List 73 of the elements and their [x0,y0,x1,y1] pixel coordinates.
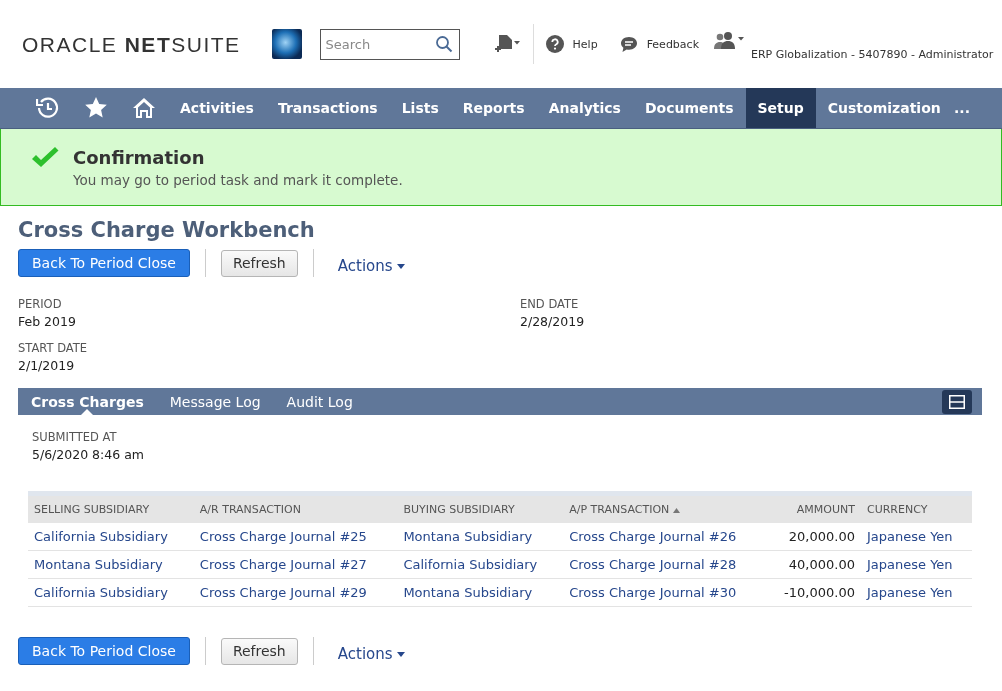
checkmark-icon [31,146,59,170]
refresh-button[interactable]: Refresh [220,249,298,277]
field-value: 2/1/2019 [18,357,76,375]
search-field[interactable]: Search [319,28,460,60]
caret-down-icon[interactable] [396,651,405,657]
new-record-icon[interactable] [494,33,521,55]
table-link[interactable]: Cross Charge Journal #30 [563,578,767,607]
table-link[interactable]: Montana Subsidiary [28,550,194,579]
table-link[interactable]: California Subsidiary [28,523,194,551]
field-label: START DATE [18,340,89,357]
tab[interactable]: Audit Log [286,388,353,415]
table-link[interactable]: Japanese Yen [860,523,972,551]
table-link[interactable]: Montana Subsidiary [397,578,564,607]
amount-cell: -10,000.00 [766,578,861,607]
layout-toggle-button[interactable] [942,389,972,414]
field-label: SUBMITTED AT [32,429,118,446]
caret-down-icon[interactable] [396,263,405,269]
people-icon[interactable] [713,31,745,51]
column-header[interactable]: AMMOUNT [766,493,861,523]
back-to-period-close-button[interactable]: Back To Period Close [18,249,190,277]
feedback-link[interactable]: Feedback [646,37,699,51]
chat-bubble-icon[interactable] [619,35,638,53]
search-icon[interactable] [434,34,453,53]
table-link[interactable]: Cross Charge Journal #27 [193,550,398,579]
nav-menu-item[interactable]: Documents [632,88,746,128]
table-link[interactable]: Cross Charge Journal #25 [193,523,398,551]
tab[interactable]: Cross Charges [31,388,144,415]
help-icon[interactable] [545,35,564,53]
field-value: 2/28/2019 [520,313,586,331]
table-link[interactable]: Japanese Yen [860,578,972,607]
column-header[interactable]: A/P TRANSACTION [563,493,767,523]
column-header[interactable]: A/R TRANSACTION [193,493,398,523]
amount-cell: 40,000.00 [766,550,861,579]
column-header[interactable]: CURRENCY [860,493,972,523]
table-link[interactable]: Montana Subsidiary [397,523,564,551]
field-label: END DATE [520,296,580,313]
nav-menu-item[interactable]: Setup [745,88,816,128]
nav-menu-item[interactable]: Analytics [536,88,633,128]
company-logo-placeholder [271,29,302,59]
actions-menu[interactable]: Actions [337,645,405,663]
nav-menu-item[interactable]: Reports [450,88,537,128]
help-link[interactable]: Help [572,37,598,51]
star-icon[interactable] [84,96,108,120]
actions-menu[interactable]: Actions [337,257,405,275]
history-icon[interactable] [36,96,60,120]
more-menu-button[interactable]: ... [954,88,970,128]
home-icon[interactable] [132,96,156,120]
logo-text: ORACLE NETSUITE [22,33,241,57]
field-label: PERIOD [18,296,63,313]
refresh-button[interactable]: Refresh [220,637,298,665]
banner-message: You may go to period task and mark it complete. [73,172,403,188]
table-link[interactable]: California Subsidiary [28,578,194,607]
back-to-period-close-button[interactable]: Back To Period Close [18,637,190,665]
account-label[interactable]: ERP Globalization - 5407890 - Administrator [751,47,994,61]
table-link[interactable]: Cross Charge Journal #28 [563,550,767,579]
split-view-icon [949,394,965,409]
nav-menu-item[interactable]: Lists [389,88,451,128]
nav-menu-item[interactable]: Transactions [265,88,390,128]
field-value: Feb 2019 [18,313,77,331]
column-header[interactable]: SELLING SUBSIDIARY [28,493,194,523]
amount-cell: 20,000.00 [766,523,861,551]
nav-menu-item[interactable]: Customization [815,88,953,128]
column-header[interactable]: BUYING SUBSIDIARY [397,493,564,523]
table-link[interactable]: Japanese Yen [860,550,972,579]
page-title: Cross Charge Workbench [18,217,316,244]
tab[interactable]: Message Log [169,388,261,415]
table-link[interactable]: Cross Charge Journal #26 [563,523,767,551]
field-value: 5/6/2020 8:46 am [32,446,145,464]
table-link[interactable]: California Subsidiary [397,550,564,579]
banner-title: Confirmation [73,146,206,170]
nav-menu-item[interactable]: Activities [168,88,266,128]
table-link[interactable]: Cross Charge Journal #29 [193,578,398,607]
sort-ascending-icon[interactable] [673,508,681,513]
